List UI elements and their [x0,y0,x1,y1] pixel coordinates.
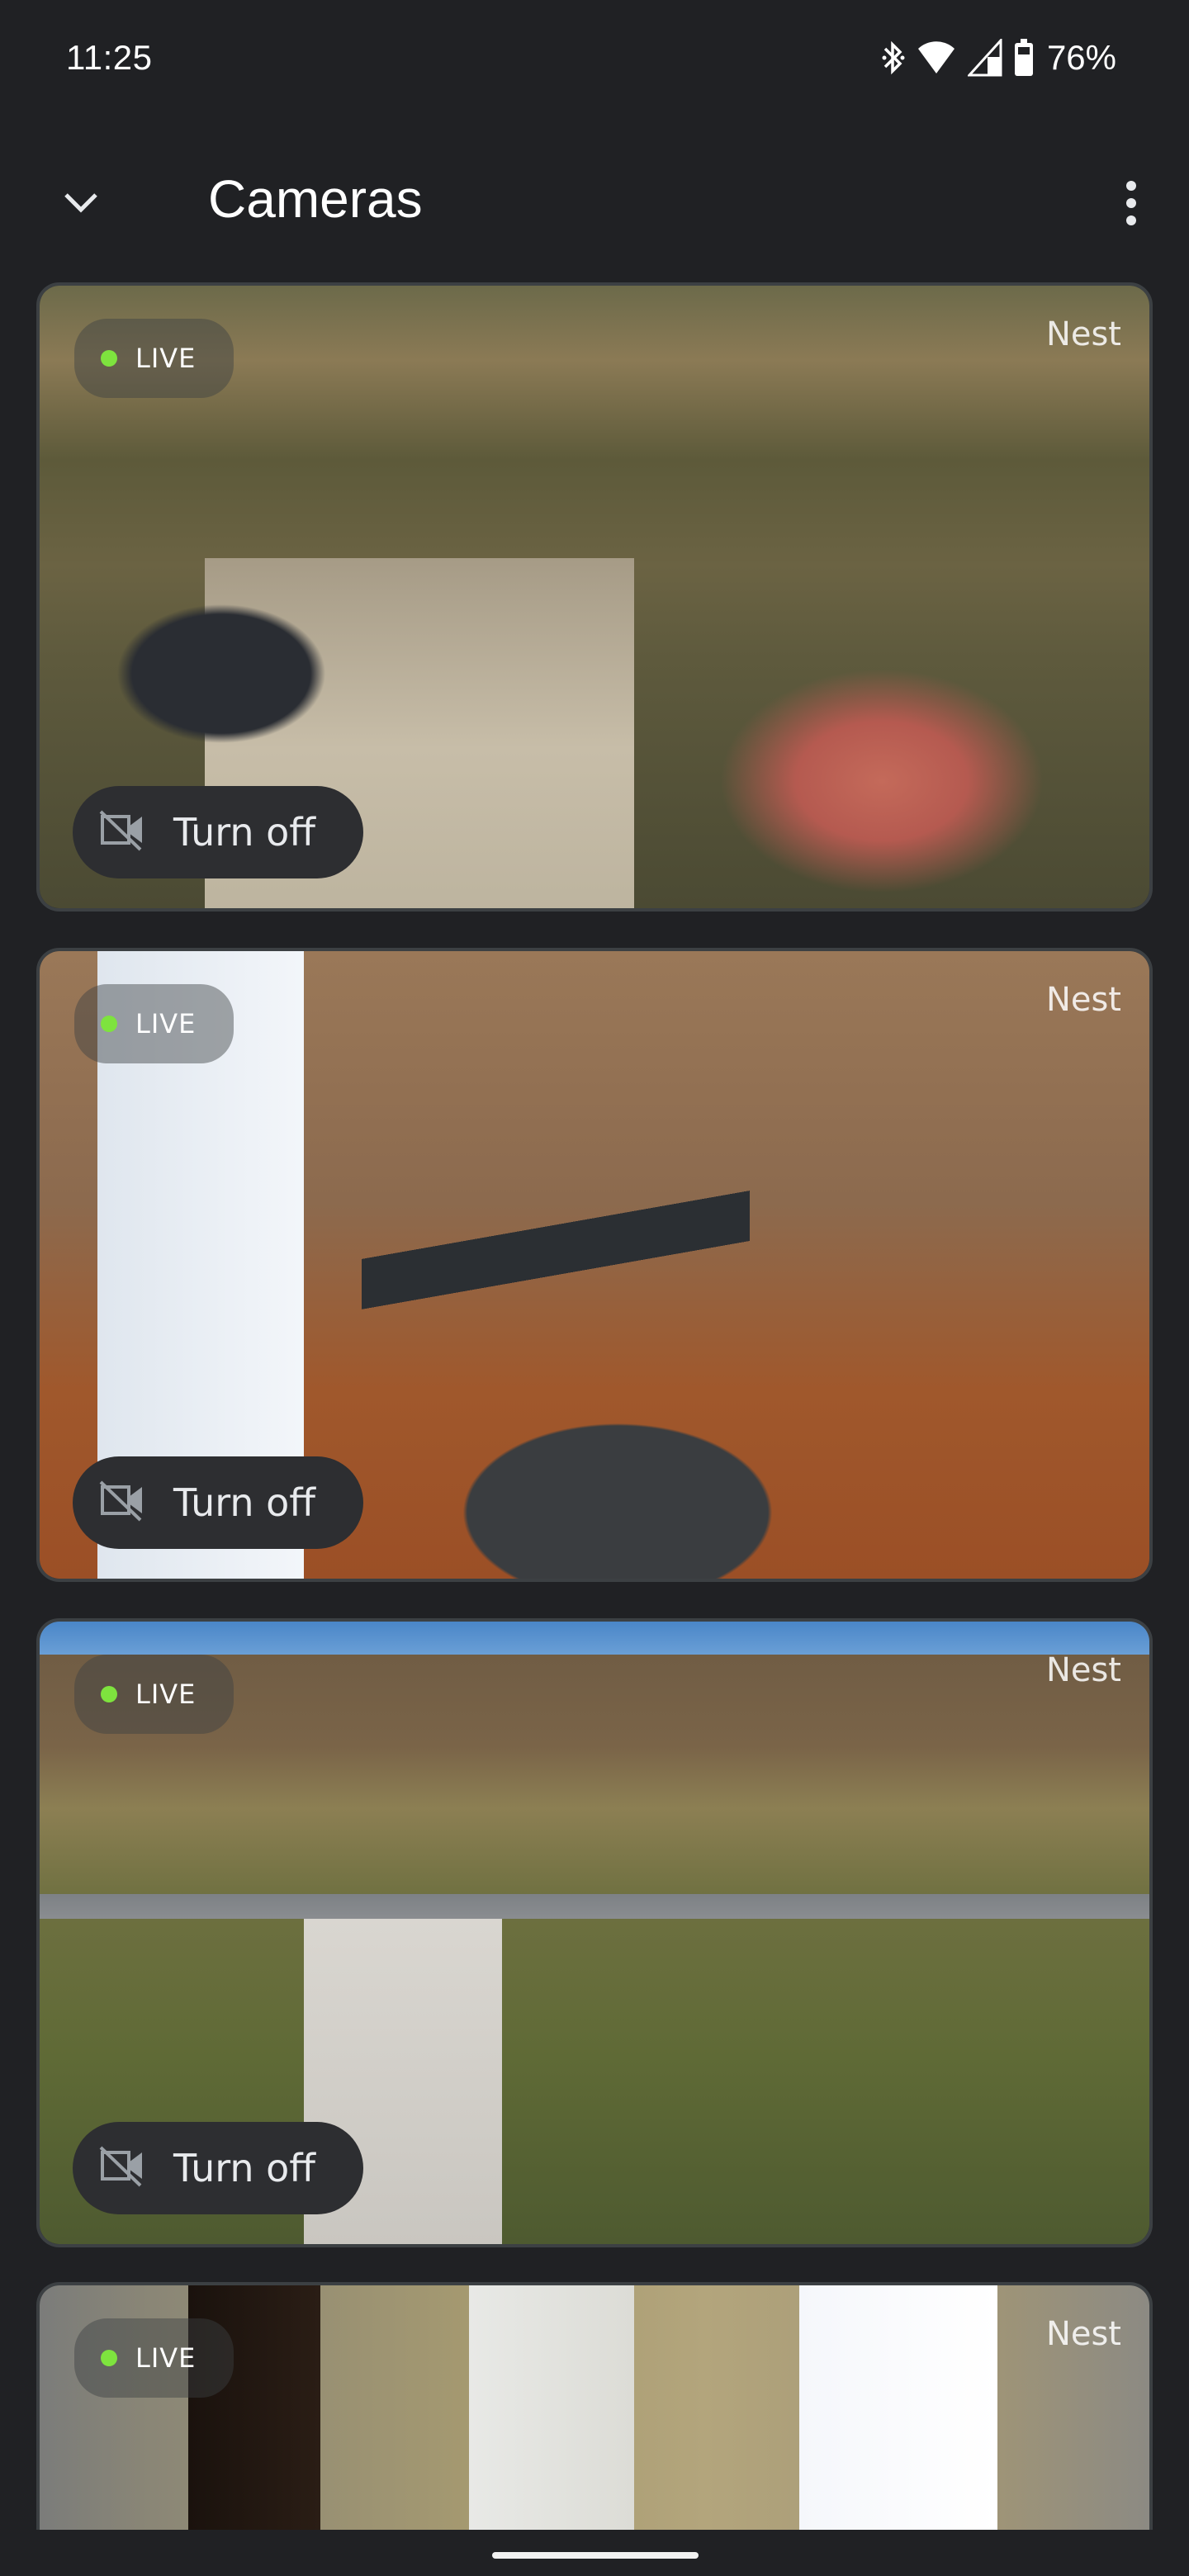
live-badge: LIVE [74,2318,234,2398]
camera-card[interactable]: LIVE Nest Turn off [36,1618,1153,2247]
battery-icon [1014,39,1034,77]
live-label: LIVE [135,1008,197,1039]
videocam-off-icon [99,1480,145,1526]
cell-signal-icon [967,39,1002,77]
gesture-nav-handle[interactable] [492,2552,699,2559]
nest-watermark: Nest [1045,2315,1121,2353]
live-badge: LIVE [74,319,234,398]
camera-card[interactable]: LIVE Nest Turn off [36,282,1153,912]
battery-percent: 76% [1046,38,1116,77]
live-status-dot [101,1016,117,1032]
turn-off-label: Turn off [173,2146,315,2190]
more-vert-icon [1125,180,1137,230]
chevron-down-icon [63,192,99,219]
nest-watermark: Nest [1045,1651,1121,1689]
bluetooth-icon [882,39,905,77]
camera-card[interactable]: LIVE Nest [36,2282,1153,2530]
camera-card[interactable]: LIVE Nest Turn off [36,948,1153,1582]
status-icons: 76% [882,36,1116,79]
collapse-button[interactable] [50,173,112,236]
app-bar: Cameras [0,149,1189,256]
live-status-dot [101,1686,117,1702]
live-badge: LIVE [74,984,234,1063]
nest-watermark: Nest [1045,981,1121,1019]
live-label: LIVE [135,1679,197,1710]
turn-off-button[interactable]: Turn off [73,786,363,878]
turn-off-button[interactable]: Turn off [73,2122,363,2214]
videocam-off-icon [99,2146,145,2191]
nest-watermark: Nest [1045,315,1121,353]
live-label: LIVE [135,343,197,374]
live-badge: LIVE [74,1655,234,1734]
status-time: 11:25 [66,38,153,77]
live-status-dot [101,2350,117,2366]
turn-off-label: Turn off [173,810,315,855]
more-options-button[interactable] [1100,173,1163,236]
wifi-icon [917,39,956,77]
turn-off-button[interactable]: Turn off [73,1456,363,1549]
live-status-dot [101,350,117,367]
status-bar: 11:25 76% [0,0,1189,116]
live-label: LIVE [135,2342,197,2374]
turn-off-label: Turn off [173,1480,315,1525]
page-title: Cameras [208,169,423,229]
videocam-off-icon [99,810,145,855]
